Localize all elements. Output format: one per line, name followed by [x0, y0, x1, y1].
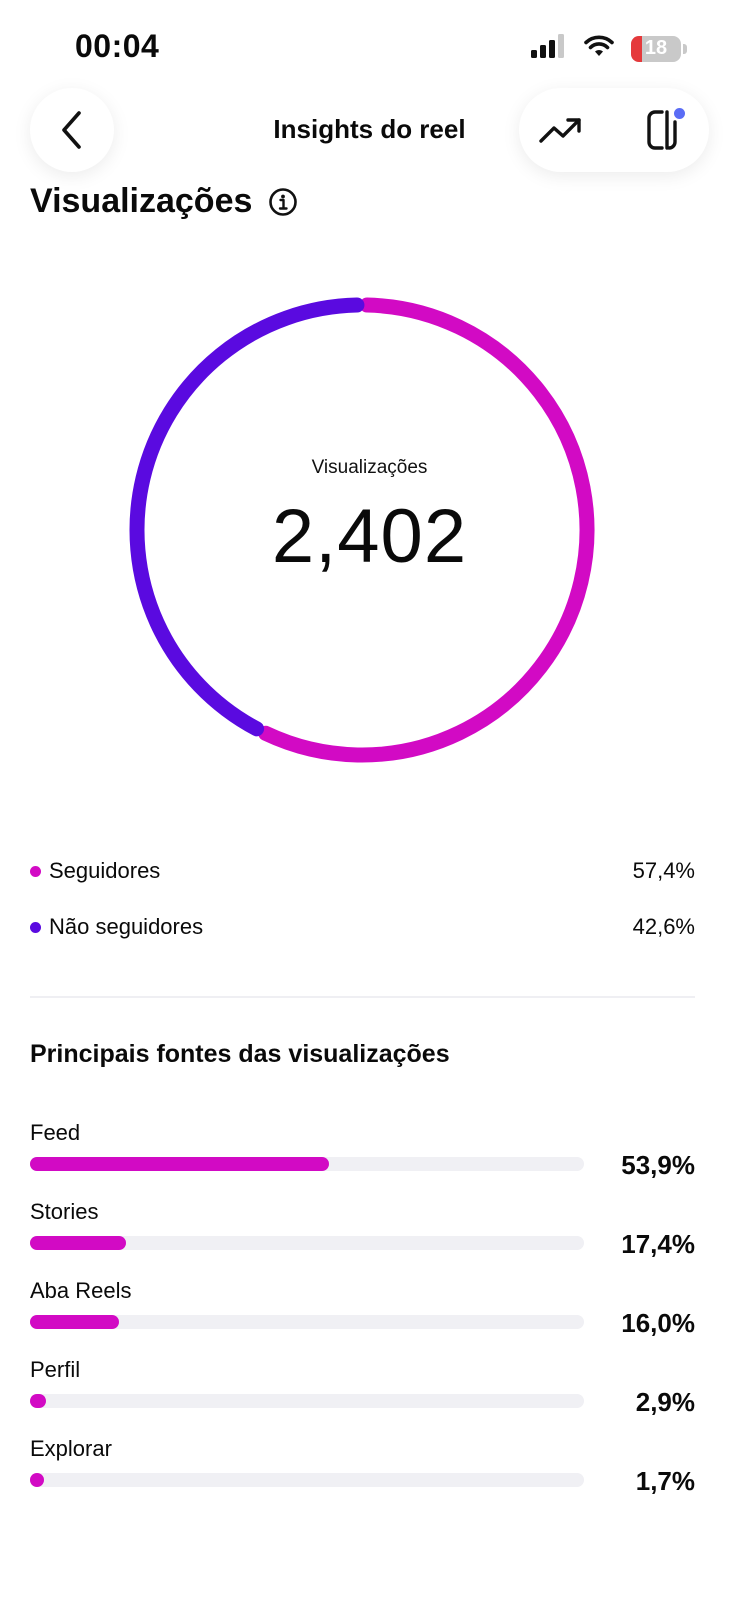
- source-item-feed: Feed 53,9%: [30, 1120, 695, 1200]
- source-item-stories: Stories 17,4%: [30, 1199, 695, 1279]
- source-label: Explorar: [30, 1436, 112, 1461]
- source-value: 53,9%: [621, 1150, 695, 1180]
- source-bar-fill: [30, 1394, 46, 1408]
- battery-icon: 18: [631, 35, 681, 62]
- notification-dot: [674, 108, 685, 119]
- legend-label: Seguidores: [49, 858, 161, 883]
- source-bar-track: [30, 1236, 584, 1250]
- signal-icon: [531, 34, 567, 63]
- source-item-explore: Explorar 1,7%: [30, 1436, 695, 1516]
- sources-title: Principais fontes das visualizações: [30, 1040, 450, 1068]
- donut-label: Visualizações: [311, 457, 428, 478]
- source-label: Feed: [30, 1120, 81, 1145]
- source-item-reels-tab: Aba Reels 16,0%: [30, 1278, 695, 1358]
- source-label: Aba Reels: [30, 1278, 132, 1303]
- source-label: Perfil: [30, 1357, 81, 1382]
- source-bar-track: [30, 1473, 584, 1487]
- status-icons: 18: [531, 34, 687, 63]
- divider: [30, 996, 695, 998]
- wifi-icon: [583, 34, 615, 63]
- legend-item-non-followers: Não seguidores 42,6%: [30, 907, 695, 947]
- source-bar-fill: [30, 1236, 126, 1250]
- donut-total-views: 2,402: [271, 494, 468, 579]
- source-bar-track: [30, 1157, 584, 1171]
- source-bar-fill: [30, 1157, 329, 1171]
- source-value: 2,9%: [635, 1387, 695, 1417]
- source-bar-track: [30, 1315, 584, 1329]
- source-label: Stories: [30, 1199, 99, 1224]
- legend-value: 42,6%: [632, 914, 695, 939]
- source-bar-fill: [30, 1473, 44, 1487]
- source-value: 16,0%: [621, 1308, 695, 1338]
- trend-button[interactable]: [537, 106, 585, 154]
- battery-cap: [683, 43, 687, 54]
- source-bar-track: [30, 1394, 584, 1408]
- source-item-profile: Perfil 2,9%: [30, 1357, 695, 1437]
- status-time: 00:04: [75, 28, 160, 64]
- legend-item-followers: Seguidores 57,4%: [30, 851, 695, 891]
- header-actions: [519, 88, 709, 172]
- legend-label: Não seguidores: [49, 914, 204, 939]
- legend-dot-followers: [30, 865, 41, 877]
- legend-value: 57,4%: [632, 858, 695, 883]
- source-value: 17,4%: [621, 1229, 695, 1259]
- battery-level: 18: [644, 37, 668, 59]
- info-icon[interactable]: [268, 187, 298, 217]
- trending-up-icon: [539, 118, 581, 143]
- source-bar-fill: [30, 1315, 119, 1329]
- source-value: 1,7%: [635, 1466, 695, 1496]
- section-title-text: Visualizações: [30, 182, 253, 220]
- section-title: Visualizações: [30, 182, 298, 221]
- side-panel-button[interactable]: [643, 106, 691, 154]
- legend-dot-non-followers: [30, 921, 41, 933]
